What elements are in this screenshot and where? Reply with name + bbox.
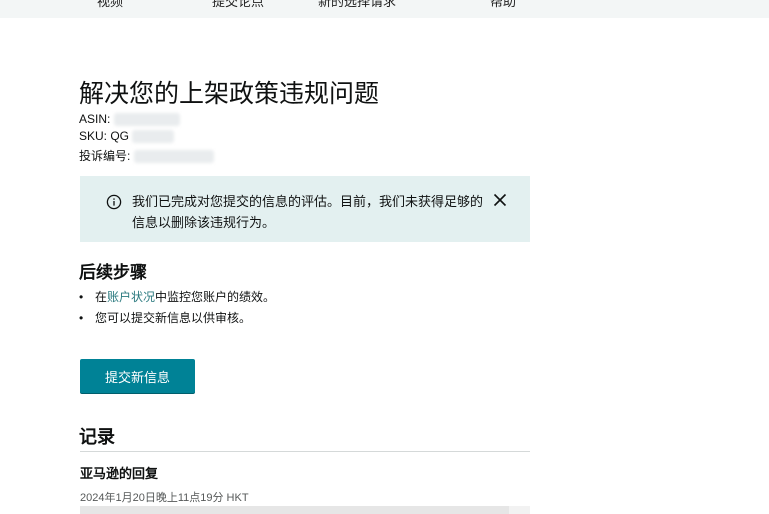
redacted-sku	[132, 130, 175, 144]
alert-message: 我们已完成对您提交的信息的评估。目前，我们未获得足够的信息以删除该违规行为。	[132, 194, 484, 230]
page-title: 解决您的上架政策违规问题	[79, 80, 380, 108]
submit-new-information-button[interactable]: 提交新信息	[80, 359, 195, 393]
sku-line: SKU: QG	[79, 129, 175, 144]
top-navigation-bar: 视频 提交论点 新的选择请求 帮助	[0, 0, 769, 18]
reply-message-box	[80, 506, 509, 514]
amazon-reply-title: 亚马逊的回复	[80, 466, 159, 481]
complaint-id-label: 投诉编号:	[79, 149, 131, 163]
nav-item-new-selection-request[interactable]: 新的选择请求	[318, 0, 396, 10]
nav-item-submit-argument[interactable]: 提交论点	[212, 0, 264, 10]
nav-item-help[interactable]: 帮助	[490, 0, 516, 10]
asin-label: ASIN:	[79, 112, 111, 126]
redacted-complaint-id	[133, 150, 214, 164]
asin-line: ASIN:	[79, 112, 180, 127]
reply-timestamp: 2024年1月20日晚上11点19分 HKT	[80, 492, 249, 504]
close-icon[interactable]	[491, 191, 509, 209]
info-icon	[106, 194, 122, 210]
next-steps-heading: 后续步骤	[79, 263, 147, 282]
evaluation-alert: 我们已完成对您提交的信息的评估。目前，我们未获得足够的信息以删除该违规行为。	[80, 176, 530, 242]
history-heading: 记录	[79, 427, 115, 447]
reply-message-box-edge	[509, 506, 530, 514]
divider	[80, 451, 530, 452]
sku-label: SKU: QG	[79, 129, 130, 143]
list-item: • 您可以提交新信息以供审核。	[79, 311, 252, 325]
list-item: • 在账户状况中监控您账户的绩效。	[79, 290, 276, 304]
account-health-link[interactable]: 账户状况	[107, 290, 155, 304]
redacted-asin	[113, 113, 180, 127]
complaint-id-line: 投诉编号:	[79, 147, 214, 164]
next-steps-list: • 在账户状况中监控您账户的绩效。 • 您可以提交新信息以供审核。	[79, 289, 275, 331]
nav-item-videos[interactable]: 视频	[97, 0, 123, 10]
